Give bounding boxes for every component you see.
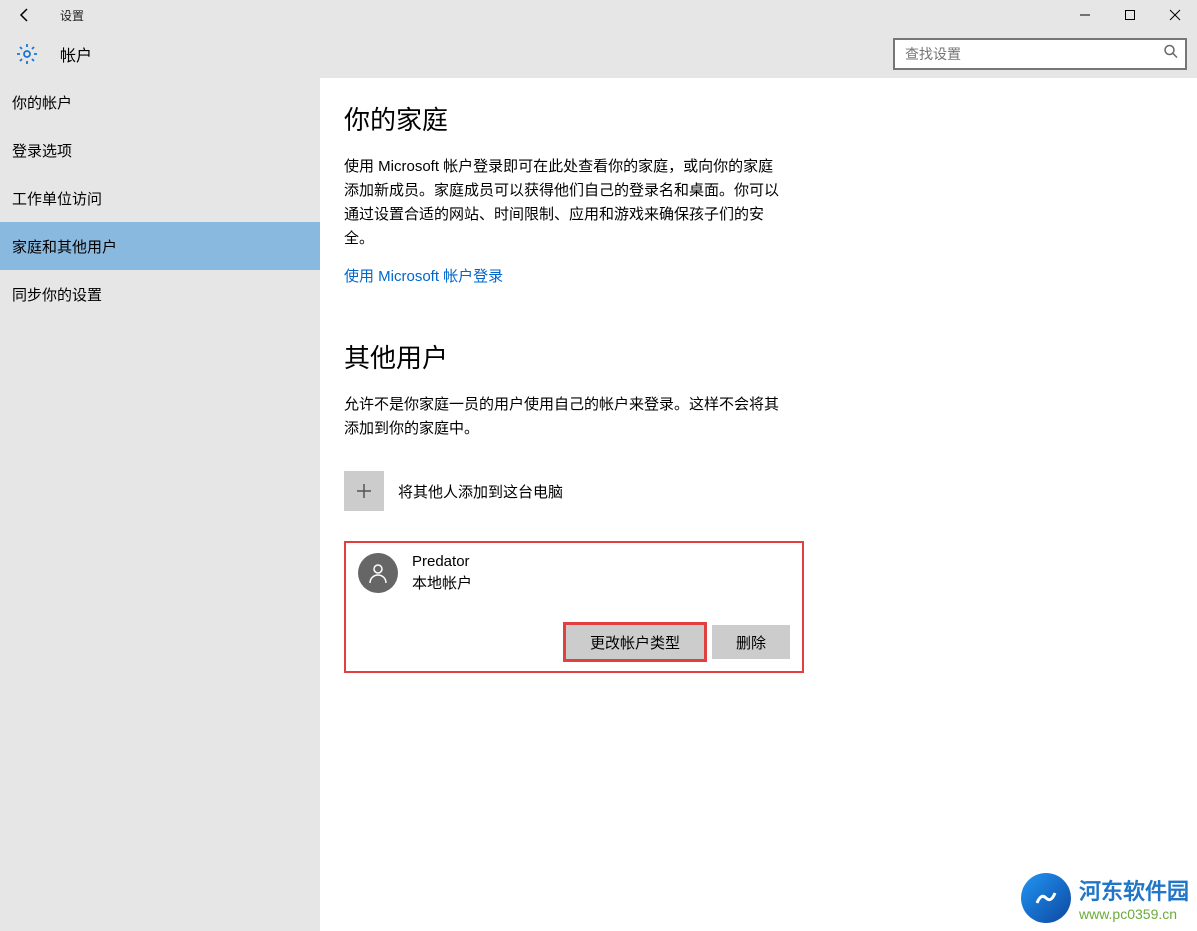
sidebar-item-sync-settings[interactable]: 同步你的设置 [0,270,320,318]
sidebar-item-your-account[interactable]: 你的帐户 [0,78,320,126]
family-section-title: 你的家庭 [344,100,1197,137]
other-users-description: 允许不是你家庭一员的用户使用自己的帐户来登录。这样不会将其添加到你的家庭中。 [344,393,784,441]
search-input[interactable] [893,38,1187,70]
main-content: 你的家庭 使用 Microsoft 帐户登录即可在此处查看你的家庭，或向你的家庭… [320,78,1197,931]
watermark-logo-icon [1021,873,1071,923]
user-info: Predator 本地帐户 [358,553,790,593]
sidebar: 你的帐户 登录选项 工作单位访问 家庭和其他用户 同步你的设置 [0,78,320,931]
arrow-left-icon [17,7,33,23]
sidebar-item-signin-options[interactable]: 登录选项 [0,126,320,174]
sidebar-item-family-other-users[interactable]: 家庭和其他用户 [0,222,320,270]
close-icon [1169,9,1181,21]
sidebar-item-label: 你的帐户 [12,92,72,113]
user-name: Predator [412,553,472,570]
user-actions: 更改帐户类型 删除 [358,625,790,659]
watermark-url: www.pc0359.cn [1079,906,1189,922]
ms-account-signin-link[interactable]: 使用 Microsoft 帐户登录 [344,265,503,286]
remove-user-button[interactable]: 删除 [712,625,790,659]
minimize-button[interactable] [1062,0,1107,30]
other-users-title: 其他用户 [344,338,1197,375]
back-button[interactable] [10,0,40,30]
maximize-icon [1124,9,1136,21]
search-box [893,38,1187,70]
change-account-type-button[interactable]: 更改帐户类型 [566,625,704,659]
watermark-title: 河东软件园 [1079,874,1189,906]
window-controls [1062,0,1197,30]
watermark: 河东软件园 www.pc0359.cn [1021,873,1189,923]
user-text: Predator 本地帐户 [412,553,472,593]
sidebar-item-work-access[interactable]: 工作单位访问 [0,174,320,222]
minimize-icon [1079,9,1091,21]
titlebar: 设置 [0,0,1197,30]
page-title: 帐户 [60,42,92,66]
user-card[interactable]: Predator 本地帐户 更改帐户类型 删除 [344,541,804,673]
header: 帐户 [0,30,1197,78]
sidebar-item-label: 同步你的设置 [12,284,102,305]
close-button[interactable] [1152,0,1197,30]
add-other-user-button[interactable]: 将其他人添加到这台电脑 [344,471,1197,511]
settings-gear-icon [14,41,40,67]
sidebar-item-label: 家庭和其他用户 [12,236,117,257]
user-avatar-icon [358,553,398,593]
family-section-description: 使用 Microsoft 帐户登录即可在此处查看你的家庭，或向你的家庭添加新成员… [344,155,784,251]
plus-icon [344,471,384,511]
window-title: 设置 [60,7,84,24]
watermark-text: 河东软件园 www.pc0359.cn [1079,874,1189,922]
sidebar-item-label: 登录选项 [12,140,72,161]
search-icon[interactable] [1163,44,1179,65]
maximize-button[interactable] [1107,0,1152,30]
other-users-section: 其他用户 允许不是你家庭一员的用户使用自己的帐户来登录。这样不会将其添加到你的家… [344,338,1197,673]
user-account-type: 本地帐户 [412,572,472,593]
content: 你的帐户 登录选项 工作单位访问 家庭和其他用户 同步你的设置 你的家庭 使用 … [0,78,1197,931]
sidebar-item-label: 工作单位访问 [12,188,102,209]
add-user-label: 将其他人添加到这台电脑 [398,481,563,502]
